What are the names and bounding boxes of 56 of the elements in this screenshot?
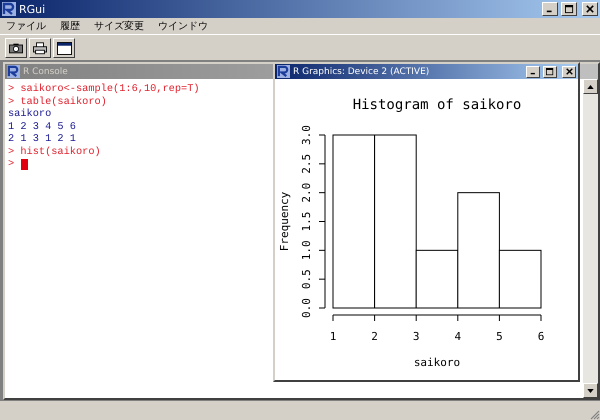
console-prompt: >: [8, 158, 14, 170]
toolbar-button[interactable]: [29, 38, 51, 58]
graphics-title: R Graphics: Device 2 (ACTIVE): [293, 66, 430, 76]
down-arrow-icon: [587, 388, 594, 392]
y-tick-label: 0.0: [300, 298, 313, 318]
y-tick-label: 2.0: [300, 182, 313, 203]
close-button[interactable]: [562, 66, 576, 78]
window-title: RGui: [19, 2, 46, 16]
x-tick-label: 1: [330, 330, 336, 343]
console-command: > saikoro<-sample(1:6,10,rep=T): [8, 83, 200, 96]
console-output: 1 2 3 4 5 6: [8, 120, 76, 133]
printer-icon: [33, 42, 47, 54]
r-logo-icon: [2, 2, 16, 16]
console-title: R Console: [23, 66, 68, 76]
maximize-icon: [564, 4, 574, 14]
camera-icon: [9, 42, 23, 54]
toolbar-button[interactable]: [53, 38, 75, 58]
scrollbar[interactable]: [583, 79, 598, 398]
r-logo-icon: [7, 65, 20, 78]
console-output: 2 1 3 1 2 1: [8, 133, 76, 146]
x-tick-label: 5: [496, 330, 503, 343]
y-tick-label: 1.0: [300, 240, 313, 260]
menu-item[interactable]: 履歴: [60, 19, 80, 33]
x-tick-label: 6: [538, 330, 544, 343]
y-tick-label: 1.5: [300, 212, 313, 232]
y-axis-label: Frequency: [278, 192, 291, 252]
close-icon: [586, 5, 594, 13]
x-axis-label: saikoro: [414, 356, 460, 369]
x-tick-label: 4: [454, 330, 462, 343]
window-icon: [56, 42, 72, 54]
close-button[interactable]: [582, 2, 598, 16]
minimize-button[interactable]: [526, 66, 540, 78]
r-logo-icon: [277, 65, 290, 78]
y-tick-label: 2.5: [300, 154, 313, 174]
chart-title: Histogram of saikoro: [352, 97, 522, 113]
x-tick-label: 2: [371, 330, 378, 343]
minimize-button[interactable]: [542, 2, 558, 16]
scroll-down-button[interactable]: [583, 383, 598, 398]
maximize-button[interactable]: [561, 2, 577, 16]
y-tick-label: 3.0: [300, 125, 313, 145]
console-output: saikoro: [8, 108, 52, 120]
menu-item[interactable]: ファイル: [6, 19, 46, 33]
menu-item[interactable]: サイズ変更: [94, 19, 144, 33]
console-command: > hist(saikoro): [8, 146, 101, 158]
x-tick-label: 3: [412, 330, 420, 343]
y-tick-label: 0.5: [300, 269, 313, 290]
maximize-icon: [546, 68, 554, 76]
maximize-button[interactable]: [543, 66, 557, 78]
toolbar-button[interactable]: [5, 38, 27, 58]
up-arrow-icon: [587, 84, 594, 88]
console-command: > table(saikoro): [8, 96, 107, 108]
scroll-up-button[interactable]: [583, 79, 598, 94]
text-cursor: [21, 159, 28, 170]
menu-item[interactable]: ウインドウ: [158, 19, 208, 33]
close-icon: [566, 68, 572, 75]
resize-grip-icon: [588, 408, 600, 420]
